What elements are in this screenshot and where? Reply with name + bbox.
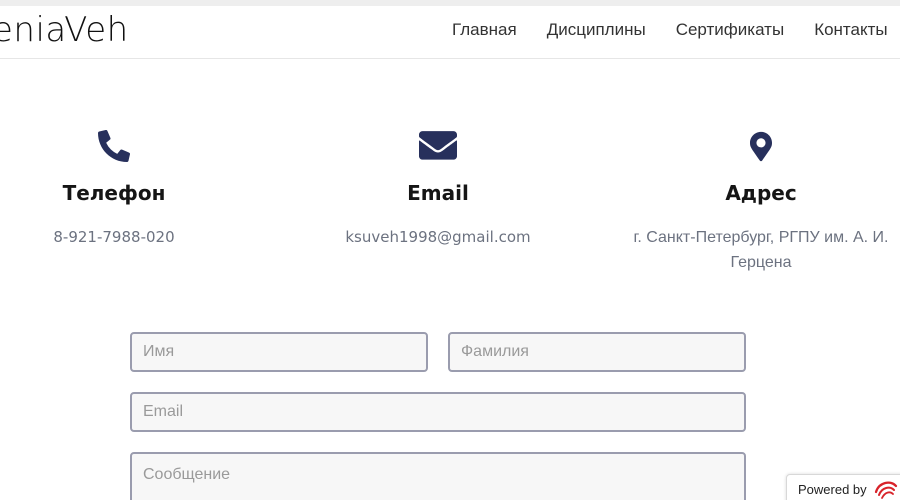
contact-address-value: г. Санкт-Петербург, РГПУ им. А. И. Герце… xyxy=(633,229,889,271)
powered-by-badge[interactable]: Powered by xyxy=(786,474,900,500)
site-header: eniaVeh Главная Дисциплины Сертификаты К… xyxy=(0,6,900,59)
nav-link-contacts[interactable]: Контакты xyxy=(814,20,887,40)
contact-address-title: Адрес xyxy=(725,181,797,205)
site-logo[interactable]: eniaVeh xyxy=(0,10,129,50)
email-input[interactable] xyxy=(130,392,746,432)
powered-by-label: Powered by xyxy=(798,481,867,497)
brand-swirl-icon xyxy=(874,481,897,499)
envelope-icon xyxy=(278,126,598,166)
nav-link-home[interactable]: Главная xyxy=(452,20,517,40)
nav-link-certificates[interactable]: Сертификаты xyxy=(676,20,784,40)
contact-phone-title: Телефон xyxy=(62,181,166,205)
contact-phone: Телефон 8-921-7988-020 xyxy=(0,126,274,250)
contact-address: Адрес г. Санкт-Петербург, РГПУ им. А. И.… xyxy=(601,126,900,275)
contact-email-title: Email xyxy=(407,181,469,205)
phone-icon xyxy=(0,126,274,166)
main-nav: Главная Дисциплины Сертификаты Контакты xyxy=(452,20,888,40)
message-textarea[interactable] xyxy=(130,452,746,500)
last-name-input[interactable] xyxy=(448,332,746,372)
contact-email: Email ksuveh1998@gmail.com xyxy=(278,126,598,250)
first-name-input[interactable] xyxy=(130,332,428,372)
contact-email-value[interactable]: ksuveh1998@gmail.com xyxy=(278,225,598,250)
map-marker-icon xyxy=(601,126,900,166)
nav-link-disciplines[interactable]: Дисциплины xyxy=(547,20,646,40)
contact-phone-value[interactable]: 8-921-7988-020 xyxy=(0,225,274,250)
